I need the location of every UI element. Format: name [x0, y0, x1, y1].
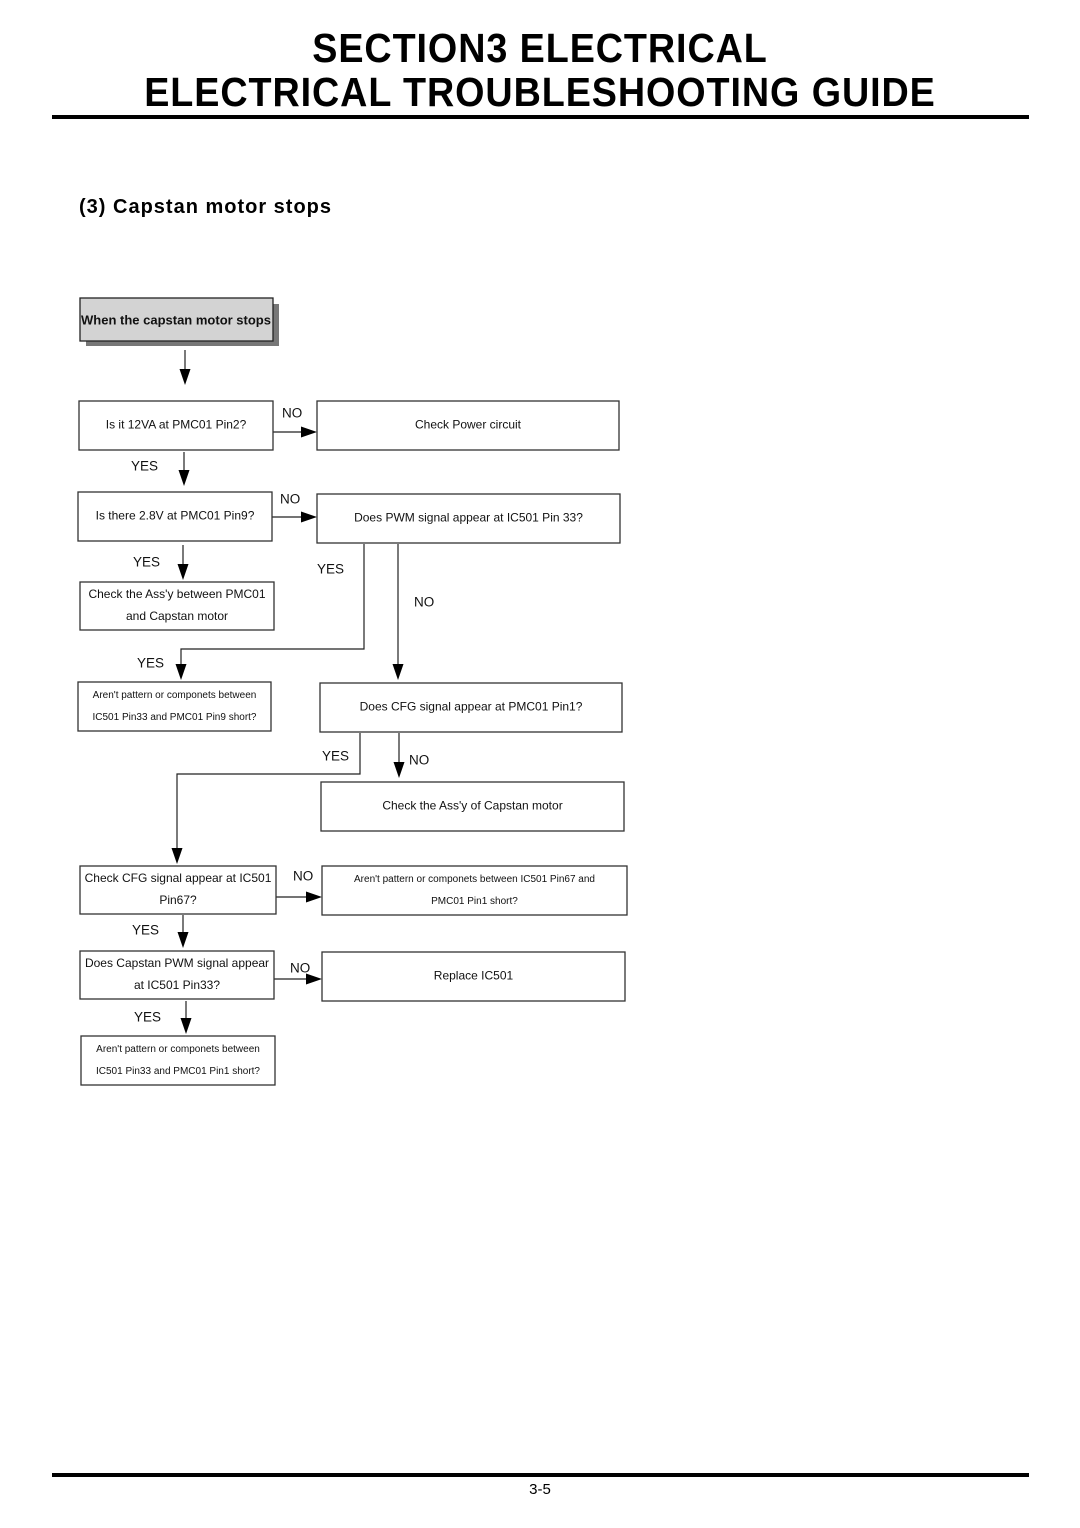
- arrow-start-to-q-12va: [179, 350, 191, 385]
- arrowhead-icon: [301, 511, 317, 523]
- flow-node-text: and Capstan motor: [126, 609, 228, 623]
- label-yes: YES: [137, 656, 164, 671]
- footer-divider: [52, 1473, 1029, 1477]
- label-no: NO: [293, 869, 313, 884]
- arrow-q-28v-yes: [177, 545, 189, 580]
- arrow-q-cfg-ic501-yes: [177, 915, 189, 948]
- flow-node-text: Is it 12VA at PMC01 Pin2?: [106, 418, 247, 432]
- flow-node-text: at IC501 Pin33?: [134, 978, 220, 992]
- arrowhead-icon: [393, 762, 405, 778]
- label-no: NO: [409, 753, 429, 768]
- arrowhead-icon: [171, 848, 183, 864]
- arrowhead-icon: [177, 564, 189, 580]
- flow-node-text: Check the Ass'y between PMC01: [88, 587, 265, 601]
- label-yes: YES: [133, 555, 160, 570]
- label-yes: YES: [131, 459, 158, 474]
- flow-node-q-pwm-ic501: Does PWM signal appear at IC501 Pin 33?: [316, 493, 621, 544]
- flow-node-q-28v: Is there 2.8V at PMC01 Pin9?: [77, 491, 273, 542]
- flow-node-check-power: Check Power circuit: [316, 400, 620, 451]
- arrowhead-icon: [392, 664, 404, 680]
- arrowhead-icon: [177, 932, 189, 948]
- flow-node-q-capstan-pwm: Does Capstan PWM signal appear at IC501 P…: [79, 950, 275, 1000]
- flow-node-q-cfg-ic501: Check CFG signal appear at IC501 Pin67?: [79, 865, 277, 915]
- arrowhead-icon: [175, 664, 187, 680]
- flow-node-text: Does PWM signal appear at IC501 Pin 33?: [354, 511, 583, 525]
- arrowhead-icon: [180, 1018, 192, 1034]
- flow-node-text: Is there 2.8V at PMC01 Pin9?: [96, 509, 255, 523]
- arrowhead-icon: [178, 470, 190, 486]
- flow-node-text: Replace IC501: [434, 969, 514, 983]
- flow-node-replace-ic501: Replace IC501: [321, 951, 626, 1002]
- flow-node-text: Check CFG signal appear at IC501: [85, 871, 272, 885]
- flow-node-text: PMC01 Pin1 short?: [431, 896, 518, 907]
- label-no: NO: [414, 595, 434, 610]
- label-yes: YES: [322, 749, 349, 764]
- flow-node-text: Check Power circuit: [415, 418, 522, 432]
- arrow-q-12va-no: [273, 426, 317, 438]
- flow-nodes: When the capstan motor stops Is it 12VA a…: [77, 297, 628, 1086]
- flow-node-q-12va: Is it 12VA at PMC01 Pin2?: [78, 400, 274, 451]
- flow-node-text: IC501 Pin33 and PMC01 Pin9 short?: [93, 712, 257, 723]
- flow-node-q-cfg-pmc01: Does CFG signal appear at PMC01 Pin1?: [319, 682, 623, 733]
- arrowhead-icon: [306, 891, 322, 903]
- start-node-label: When the capstan motor stops: [81, 312, 271, 327]
- flow-node-text: Aren't pattern or componets between: [96, 1044, 260, 1055]
- flow-node-text: Aren't pattern or componets between: [93, 690, 257, 701]
- flow-node-short-pin33-pin9: Aren't pattern or componets between IC501…: [77, 681, 272, 732]
- page-number: 3-5: [529, 1481, 551, 1498]
- arrowhead-icon: [179, 369, 191, 385]
- arrow-q-28v-no: [272, 511, 317, 523]
- label-no: NO: [280, 492, 300, 507]
- arrowhead-icon: [301, 426, 317, 438]
- flow-node-check-assy-pmc01: Check the Ass'y between PMC01 and Capstan…: [79, 581, 275, 631]
- flow-node-text: IC501 Pin33 and PMC01 Pin1 short?: [96, 1066, 260, 1077]
- arrow-q-12va-yes: [178, 452, 190, 486]
- label-yes: YES: [317, 562, 344, 577]
- label-no: NO: [290, 961, 310, 976]
- flow-node-text: Does CFG signal appear at PMC01 Pin1?: [360, 700, 583, 714]
- arrow-q-pwm-no: [392, 544, 404, 680]
- flow-node-text: Does Capstan PWM signal appear: [85, 956, 269, 970]
- flow-node-short-pin33-pin1: Aren't pattern or componets between IC501…: [80, 1035, 276, 1086]
- arrow-q-cfg-pmc01-no: [393, 733, 405, 778]
- flow-node-text: Check the Ass'y of Capstan motor: [382, 799, 562, 813]
- start-node: When the capstan motor stops: [79, 297, 279, 346]
- flow-node-short-pin67-pin1: Aren't pattern or componets between IC50…: [321, 865, 628, 916]
- arrow-q-capstan-pwm-yes: [180, 1001, 192, 1034]
- troubleshooting-flowchart: When the capstan motor stops Is it 12VA a…: [77, 297, 628, 1086]
- label-yes: YES: [134, 1010, 161, 1025]
- label-no: NO: [282, 406, 302, 421]
- flow-node-text: Pin67?: [159, 893, 197, 907]
- label-yes: YES: [132, 923, 159, 938]
- flow-node-check-assy-motor: Check the Ass'y of Capstan motor: [320, 781, 625, 832]
- flow-node-text: Aren't pattern or componets between IC50…: [354, 874, 595, 885]
- arrow-q-cfg-ic501-no: [276, 891, 322, 903]
